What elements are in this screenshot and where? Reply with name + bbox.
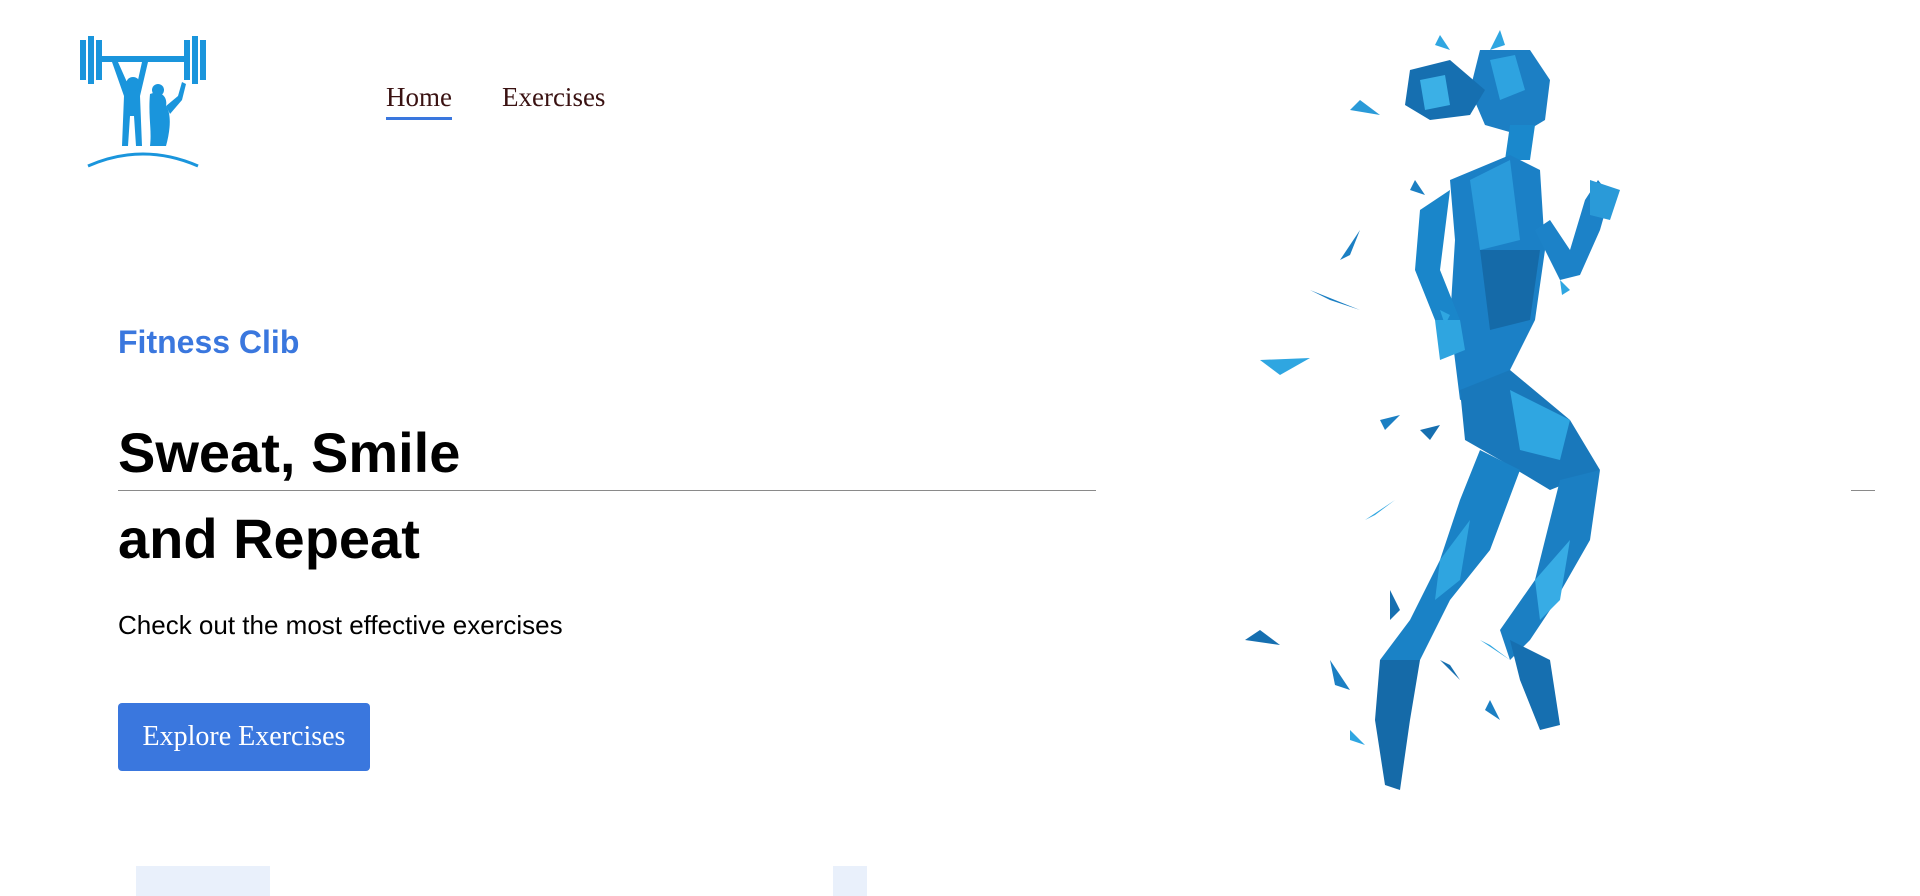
divider-line-right xyxy=(1851,490,1875,491)
runner-illustration xyxy=(1245,30,1620,790)
headline-line-2: and Repeat xyxy=(118,507,420,570)
hero-subtext: Check out the most effective exercises xyxy=(118,610,563,640)
main-nav: Home Exercises xyxy=(386,82,605,120)
nav-exercises-link[interactable]: Exercises xyxy=(502,82,605,120)
content-placeholder-small xyxy=(833,866,867,896)
headline-line-1: Sweat, Smile xyxy=(118,421,461,484)
nav-home-link[interactable]: Home xyxy=(386,82,452,120)
club-name: Fitness Clib xyxy=(118,324,300,360)
divider-line xyxy=(118,490,1096,491)
content-placeholder xyxy=(136,866,270,896)
explore-exercises-button[interactable]: Explore Exercises xyxy=(118,703,370,771)
weightlifting-logo-icon[interactable] xyxy=(78,34,208,170)
hero-headline: Sweat, Smile and Repeat xyxy=(118,410,460,582)
